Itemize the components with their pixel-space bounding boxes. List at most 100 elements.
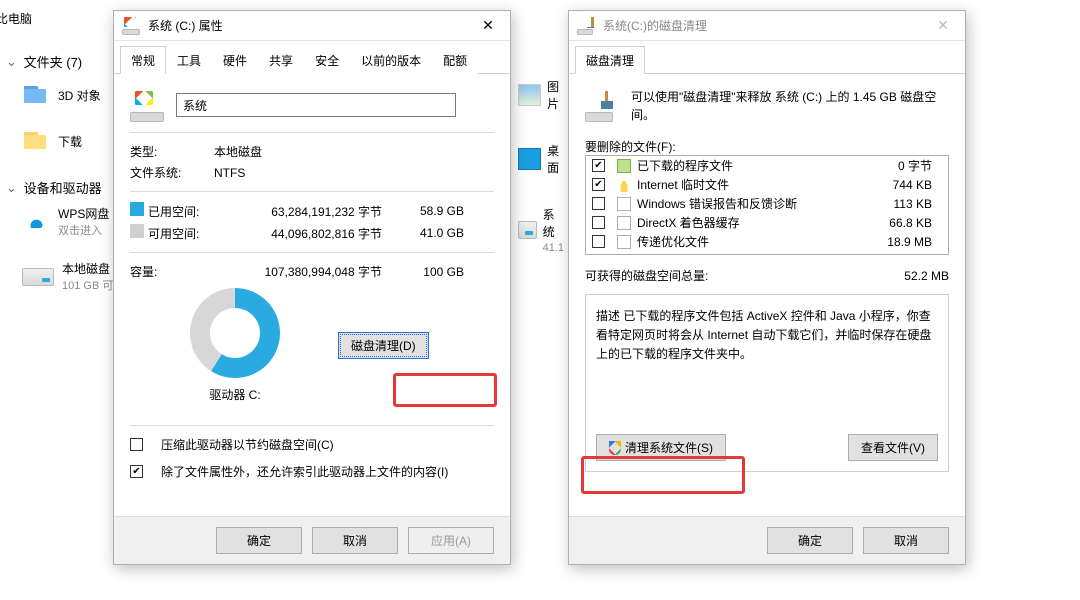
- devices-header-label: 设备和驱动器: [24, 181, 102, 196]
- file-list[interactable]: 已下载的程序文件 0 字节 Internet 临时文件 744 KB Windo…: [585, 155, 949, 255]
- used-swatch-icon: [130, 202, 144, 216]
- device-local-disk[interactable]: 本地磁盘 101 GB 可: [0, 258, 113, 295]
- device-label: 本地磁盘: [62, 262, 110, 276]
- delete-files-label: 要删除的文件(F):: [585, 138, 949, 155]
- type-value: 本地磁盘: [214, 143, 262, 160]
- file-row[interactable]: Internet 临时文件 744 KB: [586, 175, 948, 194]
- file-name: Windows 错误报告和反馈诊断: [637, 195, 870, 212]
- tab-hardware[interactable]: 硬件: [212, 46, 258, 74]
- drive-name-input[interactable]: [176, 93, 456, 117]
- drive-icon: [122, 17, 140, 35]
- file-list-inner[interactable]: 已下载的程序文件 0 字节 Internet 临时文件 744 KB Windo…: [586, 156, 948, 254]
- clean-system-files-button[interactable]: 清理系统文件(S): [596, 434, 726, 461]
- devices-header[interactable]: ⌄ 设备和驱动器: [6, 178, 102, 197]
- tab-disk-cleanup[interactable]: 磁盘清理: [575, 46, 645, 74]
- fs-label: 文件系统:: [130, 164, 202, 181]
- folder-downloads[interactable]: 下载: [0, 128, 82, 154]
- tab-tools[interactable]: 工具: [166, 46, 212, 74]
- file-icon: [617, 235, 631, 249]
- explorer-title: 比电脑: [0, 10, 32, 27]
- free-label: 可用空间:: [148, 227, 199, 241]
- folder-label: 3D 对象: [58, 87, 101, 104]
- disk-cleanup-dialog: 系统(C:)的磁盘清理 ✕ 磁盘清理 可以使用"磁盘清理"来释放 系统 (C:)…: [568, 10, 966, 565]
- titlebar[interactable]: 系统(C:)的磁盘清理 ✕: [569, 11, 965, 41]
- close-button[interactable]: ✕: [470, 14, 506, 38]
- file-checkbox[interactable]: [592, 178, 605, 191]
- chevron-down-icon: ⌄: [6, 180, 16, 196]
- tab-security[interactable]: 安全: [304, 46, 350, 74]
- file-icon: [617, 197, 631, 211]
- folder-label: 下载: [58, 133, 82, 150]
- cloud-icon: [22, 212, 50, 232]
- used-label: 已用空间:: [148, 205, 199, 219]
- drive-icon: [518, 221, 537, 239]
- tab-quota[interactable]: 配额: [432, 46, 478, 74]
- index-option[interactable]: 除了文件属性外，还允许索引此驱动器上文件的内容(I): [130, 461, 494, 482]
- cancel-button[interactable]: 取消: [312, 527, 398, 554]
- tab-previous[interactable]: 以前的版本: [350, 46, 432, 74]
- folder-icon: [22, 130, 50, 152]
- gain-value: 52.2 MB: [904, 269, 949, 283]
- tab-general[interactable]: 常规: [120, 46, 166, 74]
- free-gb: 41.0 GB: [394, 226, 464, 240]
- file-checkbox[interactable]: [592, 235, 605, 248]
- disk-cleanup-button-label: 磁盘清理(D): [351, 337, 416, 354]
- folder-label: 桌面: [547, 142, 564, 176]
- view-files-button[interactable]: 查看文件(V): [848, 434, 938, 461]
- close-button[interactable]: ✕: [925, 14, 961, 38]
- folders-header-label: 文件夹 (7): [24, 55, 83, 70]
- used-gb: 58.9 GB: [394, 204, 464, 218]
- file-checkbox[interactable]: [592, 159, 605, 172]
- cleanup-intro: 可以使用"磁盘清理"来释放 系统 (C:) 上的 1.45 GB 磁盘空间。: [631, 88, 949, 124]
- compress-option[interactable]: 压缩此驱动器以节约磁盘空间(C): [130, 434, 494, 455]
- compress-checkbox[interactable]: [130, 438, 143, 451]
- folders-header[interactable]: ⌄ 文件夹 (7): [6, 52, 82, 71]
- file-row[interactable]: Windows 错误报告和反馈诊断 113 KB: [586, 194, 948, 213]
- file-size: 744 KB: [876, 178, 942, 192]
- device-sublabel: 101 GB 可: [62, 280, 113, 292]
- file-size: 113 KB: [876, 197, 942, 211]
- chevron-down-icon: ⌄: [6, 54, 16, 70]
- device-sublabel: 双击进入: [58, 225, 102, 237]
- file-name: Internet 临时文件: [637, 176, 870, 193]
- index-checkbox[interactable]: [130, 465, 143, 478]
- device-system[interactable]: 系统 41.1: [518, 206, 564, 254]
- folder-pictures[interactable]: 图片: [518, 78, 564, 112]
- file-name: 已下载的程序文件: [637, 157, 870, 174]
- fs-value: NTFS: [214, 166, 245, 180]
- usage-pie-icon: [190, 288, 280, 378]
- tab-bar: 常规 工具 硬件 共享 安全 以前的版本 配额: [114, 41, 510, 74]
- clean-system-files-label: 清理系统文件(S): [625, 439, 713, 456]
- used-bytes: 63,284,191,232 字节: [232, 203, 382, 220]
- dialog-title: 系统(C:)的磁盘清理: [603, 17, 707, 34]
- file-row[interactable]: DirectX 着色器缓存 66.8 KB: [586, 213, 948, 232]
- cancel-button[interactable]: 取消: [863, 527, 949, 554]
- folder-3d-objects[interactable]: 3D 对象: [0, 82, 101, 108]
- file-checkbox[interactable]: [592, 216, 605, 229]
- cleanup-icon: [577, 17, 595, 35]
- tab-sharing[interactable]: 共享: [258, 46, 304, 74]
- file-row[interactable]: 传递优化文件 18.9 MB: [586, 232, 948, 251]
- file-checkbox[interactable]: [592, 197, 605, 210]
- cleanup-large-icon: [585, 88, 619, 122]
- cleanup-body: 可以使用"磁盘清理"来释放 系统 (C:) 上的 1.45 GB 磁盘空间。 要…: [569, 74, 965, 484]
- drive-large-icon: [130, 88, 164, 122]
- ok-button[interactable]: 确定: [767, 527, 853, 554]
- properties-body: 类型: 本地磁盘 文件系统: NTFS 已用空间: 63,284,191,232…: [114, 74, 510, 494]
- apply-button[interactable]: 应用(A): [408, 527, 494, 554]
- file-row[interactable]: 已下载的程序文件 0 字节: [586, 156, 948, 175]
- index-label: 除了文件属性外，还允许索引此驱动器上文件的内容(I): [161, 463, 448, 480]
- description-body: 已下载的程序文件包括 ActiveX 控件和 Java 小程序，你查看特定网页时…: [596, 309, 931, 361]
- capacity-label: 容量:: [130, 263, 220, 280]
- picture-icon: [518, 84, 541, 106]
- device-wps[interactable]: WPS网盘 双击进入: [0, 203, 109, 240]
- dialog-title: 系统 (C:) 属性: [148, 17, 223, 34]
- folder-desktop[interactable]: 桌面: [518, 142, 564, 176]
- capacity-gb: 100 GB: [394, 265, 464, 279]
- titlebar[interactable]: 系统 (C:) 属性 ✕: [114, 11, 510, 41]
- description-header: 描述: [596, 309, 620, 323]
- free-swatch-icon: [130, 224, 144, 238]
- ok-button[interactable]: 确定: [216, 527, 302, 554]
- disk-cleanup-button[interactable]: 磁盘清理(D): [338, 332, 429, 359]
- free-bytes: 44,096,802,816 字节: [232, 225, 382, 242]
